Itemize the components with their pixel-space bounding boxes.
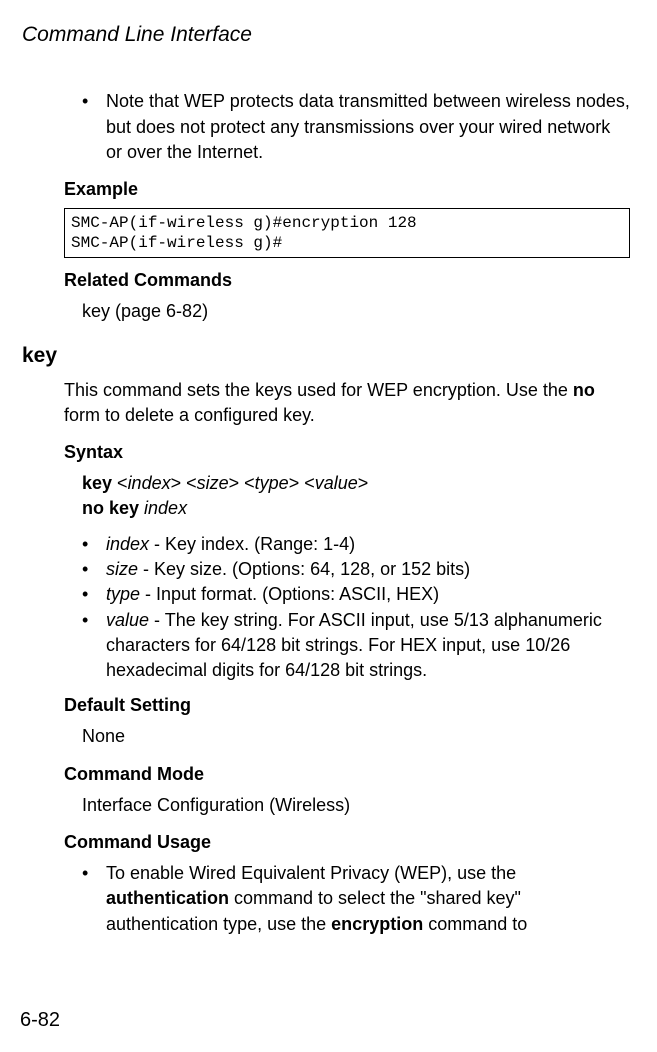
syntax-label: Syntax (64, 440, 630, 465)
command-name: key (22, 341, 630, 370)
bullet-marker: • (82, 608, 106, 684)
command-usage-label: Command Usage (64, 830, 630, 855)
syntax-kw-key: key (82, 473, 117, 493)
param-name: size (106, 559, 138, 579)
syntax-kw-nokey: no key (82, 498, 144, 518)
syntax-sep3: > < (289, 473, 315, 493)
note-text: Note that WEP protects data transmitted … (106, 89, 630, 165)
command-mode-label: Command Mode (64, 762, 630, 787)
desc-part2: form to delete a configured key. (64, 405, 315, 425)
param-text: index - Key index. (Range: 1-4) (106, 532, 630, 557)
usage-text: To enable Wired Equivalent Privacy (WEP)… (106, 861, 630, 937)
usage-b1: authentication (106, 888, 229, 908)
syntax-line-2: no key index (82, 496, 630, 520)
syntax-index2: index (144, 498, 187, 518)
param-name: index (106, 534, 149, 554)
param-text: type - Input format. (Options: ASCII, HE… (106, 582, 630, 607)
param-text: value - The key string. For ASCII input,… (106, 608, 630, 684)
page-number: 6-82 (20, 1006, 60, 1034)
param-name: value (106, 610, 149, 630)
usage-bullet: • To enable Wired Equivalent Privacy (WE… (82, 861, 630, 937)
page-content: • Note that WEP protects data transmitte… (82, 89, 630, 936)
syntax-sep2: > < (229, 473, 255, 493)
usage-t1: To enable Wired Equivalent Privacy (WEP)… (106, 863, 516, 883)
default-setting-value: None (82, 724, 630, 749)
bullet-marker: • (82, 532, 106, 557)
syntax-index: index (128, 473, 171, 493)
syntax-gt: > (358, 473, 369, 493)
param-text: size - Key size. (Options: 64, 128, or 1… (106, 557, 630, 582)
syntax-lt1: < (117, 473, 128, 493)
bullet-marker: • (82, 89, 106, 165)
command-description: This command sets the keys used for WEP … (64, 378, 630, 428)
bullet-marker: • (82, 582, 106, 607)
usage-b2: encryption (331, 914, 423, 934)
param-rest: - The key string. For ASCII input, use 5… (106, 610, 602, 680)
param-item: • type - Input format. (Options: ASCII, … (82, 582, 630, 607)
syntax-size: size (197, 473, 229, 493)
syntax-line-1: key <index> <size> <type> <value> (82, 471, 630, 495)
note-bullet: • Note that WEP protects data transmitte… (82, 89, 630, 165)
desc-no: no (573, 380, 595, 400)
syntax-block: key <index> <size> <type> <value> no key… (82, 471, 630, 520)
param-rest: - Key index. (Range: 1-4) (149, 534, 355, 554)
related-commands-label: Related Commands (64, 268, 630, 293)
param-name: type (106, 584, 140, 604)
page-header: Command Line Interface (22, 20, 635, 49)
default-setting-label: Default Setting (64, 693, 630, 718)
example-code: SMC-AP(if-wireless g)#encryption 128 SMC… (64, 208, 630, 258)
param-rest: - Input format. (Options: ASCII, HEX) (140, 584, 439, 604)
bullet-marker: • (82, 557, 106, 582)
syntax-type: type (255, 473, 289, 493)
bullet-marker: • (82, 861, 106, 937)
params-list: • index - Key index. (Range: 1-4) • size… (82, 532, 630, 683)
syntax-sep1: > < (171, 473, 197, 493)
related-commands-text: key (page 6-82) (82, 299, 630, 324)
usage-t3: command to (423, 914, 527, 934)
command-mode-value: Interface Configuration (Wireless) (82, 793, 630, 818)
param-rest: - Key size. (Options: 64, 128, or 152 bi… (138, 559, 470, 579)
param-item: • value - The key string. For ASCII inpu… (82, 608, 630, 684)
param-item: • size - Key size. (Options: 64, 128, or… (82, 557, 630, 582)
desc-part1: This command sets the keys used for WEP … (64, 380, 573, 400)
param-item: • index - Key index. (Range: 1-4) (82, 532, 630, 557)
syntax-value: value (315, 473, 358, 493)
example-label: Example (64, 177, 630, 202)
